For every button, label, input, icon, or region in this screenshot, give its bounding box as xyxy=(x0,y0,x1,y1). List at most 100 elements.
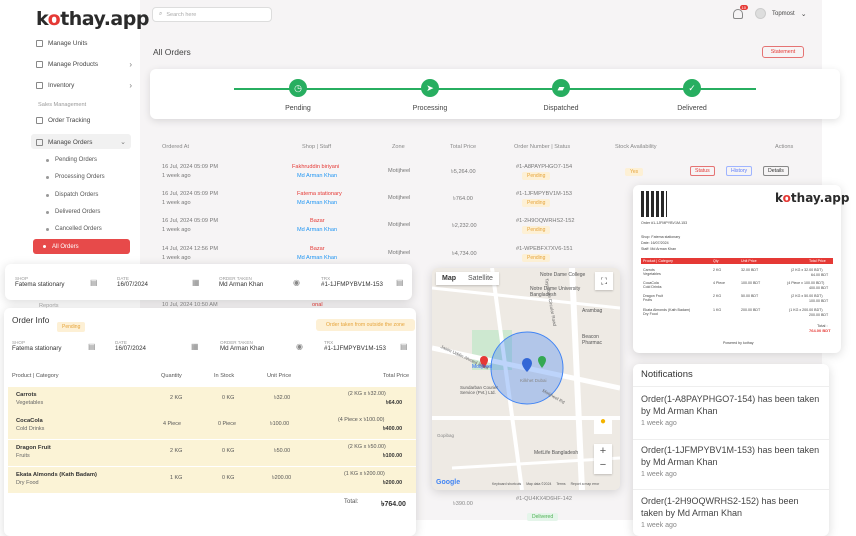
col-zone: Zone xyxy=(392,144,405,150)
statement-button[interactable]: Statement xyxy=(762,46,804,58)
sidebar-item-inventory[interactable]: Inventory › xyxy=(36,81,132,90)
sidebar-item-dispatch-orders[interactable]: Dispatch Orders xyxy=(46,192,98,198)
calendar-icon: ▦ xyxy=(192,278,200,287)
pegman-icon[interactable]: ● xyxy=(594,416,612,434)
bullet-icon xyxy=(46,210,49,214)
col-order-status: Order Number | Status xyxy=(514,144,571,150)
search-input[interactable]: ⌕ Search here xyxy=(152,7,272,22)
status-badge: Pending xyxy=(522,172,551,180)
product-row: Ekata Almonds (Kath Badam) Dry Food 1 KG … xyxy=(8,467,416,493)
tracking-icon xyxy=(36,117,43,124)
clock-icon: ◷ xyxy=(289,79,307,97)
notification-badge: 10 xyxy=(739,4,748,10)
bell-icon[interactable]: 10 xyxy=(733,4,748,19)
order-progress-card: ◷ Pending ➤ Processing ▰ Dispatched ✓ Delive… xyxy=(150,69,840,119)
store-icon: ▤ xyxy=(88,342,96,351)
user-icon: ◉ xyxy=(293,278,300,287)
satellite-tab[interactable]: Satellite xyxy=(462,272,499,285)
user-icon: ◉ xyxy=(296,342,303,351)
map-tab[interactable]: Map xyxy=(436,272,462,285)
col-ordered-at: Ordered At xyxy=(162,144,190,150)
sidebar-item-manage-units[interactable]: Manage Units xyxy=(36,40,132,47)
chevron-down-icon: ⌄ xyxy=(120,139,126,146)
order-summary-card: SHOP Fatema stationary ▤ DATE 16/07/2024 ▦… xyxy=(5,264,412,300)
notification-item[interactable]: Order(1-1JFMPYBV1M-153) has been taken b… xyxy=(641,444,821,478)
notifications-panel: Notifications Order(1-A8PAYPHGO7-154) ha… xyxy=(633,364,829,536)
stock-badge: Yes xyxy=(625,168,644,176)
map-label: Arambag xyxy=(582,308,603,314)
total-value: ৳764.00 xyxy=(381,501,406,508)
details-button[interactable]: Details xyxy=(763,166,789,176)
avatar xyxy=(755,8,766,19)
step-processing: ➤ Processing xyxy=(390,79,470,112)
status-badge: Delivered xyxy=(527,513,559,521)
step-dispatched: ▰ Dispatched xyxy=(521,79,601,112)
map-label: Beacon Pharmac xyxy=(582,334,603,346)
bullet-icon xyxy=(46,175,49,179)
product-row: Dragon Fruit Fruits 2 KG 0 KG ৳50.00 (2 K… xyxy=(8,440,416,466)
map-widget[interactable]: Map Satellite ⛶ Notre Dame College Notre… xyxy=(432,268,620,490)
status-button[interactable]: Status xyxy=(690,166,715,176)
product-row: Carrots Vegetables 2 KG 0 KG ৳32.00 (2 KG… xyxy=(8,387,416,413)
sidebar-item-manage-orders[interactable]: Manage Orders ⌄ xyxy=(36,138,126,146)
runner-icon: ➤ xyxy=(421,79,439,97)
map-footer: Keyboard shortcuts Map data ©2024 Terms Rep… xyxy=(492,482,600,486)
units-icon xyxy=(36,40,43,47)
col-total-price: Total Price xyxy=(450,144,477,150)
zoom-out-button[interactable]: − xyxy=(594,458,612,472)
orders-icon xyxy=(36,138,43,146)
sidebar-section-label: Sales Management xyxy=(38,102,87,108)
step-pending: ◷ Pending xyxy=(258,79,338,112)
sidebar-item-pending-orders[interactable]: Pending Orders xyxy=(46,157,97,163)
sidebar-item-delivered-orders[interactable]: Delivered Orders xyxy=(46,209,100,215)
col-actions: Actions xyxy=(775,144,794,150)
page-title: All Orders xyxy=(153,47,191,57)
chevron-down-icon: ⌄ xyxy=(800,10,807,18)
zoom-in-button[interactable]: + xyxy=(594,444,612,458)
sidebar-item-order-tracking[interactable]: Order Tracking xyxy=(36,117,132,124)
status-badge: Pending xyxy=(522,254,551,262)
bullet-icon xyxy=(46,227,49,231)
status-badge: Pending xyxy=(57,322,86,332)
app-logo: kothay.app xyxy=(36,8,149,30)
step-delivered: ✓ Delivered xyxy=(652,79,732,112)
store-icon: ▤ xyxy=(90,278,98,287)
sidebar-item-manage-products[interactable]: Manage Products › xyxy=(36,60,132,69)
user-name: Topmost xyxy=(772,10,795,17)
notification-item[interactable]: Order(1-2H9OQWRHS2-152) has been taken b… xyxy=(641,495,821,529)
status-badge: Pending xyxy=(522,199,551,207)
bullet-icon xyxy=(46,193,49,197)
user-menu[interactable]: 10 Topmost ⌄ xyxy=(733,4,807,19)
truck-icon: ▰ xyxy=(552,79,570,97)
product-row: CocaCola Cold Drinks 4 Piece 0 Piece ৳100… xyxy=(8,413,416,439)
sidebar-item-all-orders[interactable]: All Orders xyxy=(33,239,130,254)
col-shop-staff: Shop | Staff xyxy=(302,144,332,150)
receipt-icon: ▤ xyxy=(396,278,404,287)
bottom-row-price: ৳390.00 xyxy=(453,501,473,507)
map-label: Sundarban Courier Service (Pvt.) Ltd. xyxy=(460,385,499,395)
sidebar-item-processing-orders[interactable]: Processing Orders xyxy=(46,174,105,180)
check-icon: ✓ xyxy=(683,79,701,97)
map-label: Kilkhet Dubai xyxy=(520,378,547,383)
history-button[interactable]: History xyxy=(726,166,753,176)
order-info-title: Order Info xyxy=(12,315,50,325)
map-label: Notre Dame University Bangladesh xyxy=(530,286,581,298)
invoice-logo: kothay.app xyxy=(775,191,850,205)
calendar-icon: ▦ xyxy=(191,342,199,351)
outside-zone-badge: Order taken from outside the zone xyxy=(316,319,415,331)
receipt-icon: ▤ xyxy=(400,342,408,351)
invoice-preview: kothay.app Order #1-1JFMPYBV1M-153 Shop:… xyxy=(633,185,850,353)
order-info-card: Order Info Pending Order taken from outs… xyxy=(4,308,416,536)
inventory-icon xyxy=(36,82,43,89)
chevron-right-icon: › xyxy=(129,81,132,90)
google-logo: Google xyxy=(436,479,461,486)
chevron-right-icon: › xyxy=(129,60,132,69)
map-type-toggle: Map Satellite xyxy=(436,272,499,285)
bottom-row-order: #1-QU4KX4D6HF-142 xyxy=(516,496,572,502)
notification-item[interactable]: Order(1-A8PAYPHGO7-154) has been taken b… xyxy=(641,393,821,427)
map-label: MetLife Bangladesh xyxy=(534,450,579,456)
notifications-title: Notifications xyxy=(641,369,693,380)
col-stock: Stock Availability xyxy=(615,144,657,150)
sidebar-item-cancelled-orders[interactable]: Cancelled Orders xyxy=(46,226,102,232)
qr-code-icon xyxy=(641,191,667,217)
